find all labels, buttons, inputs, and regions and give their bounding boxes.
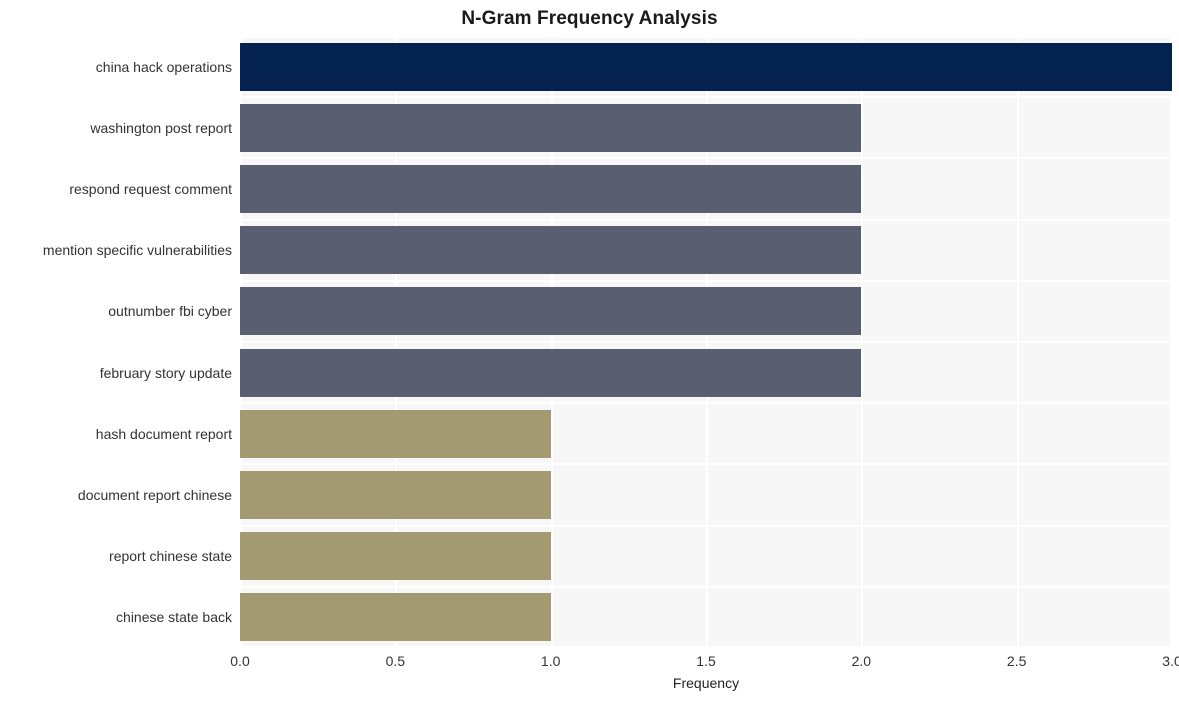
y-axis-tick-label: hash document report (95, 425, 232, 442)
bar (240, 532, 551, 581)
x-axis-tick-label: 2.0 (851, 653, 872, 669)
y-axis-tick-label: report chinese state (109, 548, 232, 565)
gridline-horizontal (240, 402, 1172, 405)
gridline-horizontal (240, 36, 1172, 38)
gridline-horizontal (240, 279, 1172, 282)
chart-figure: N-Gram Frequency Analysis china hack ope… (0, 0, 1179, 701)
x-axis-tick-label: 0.0 (230, 653, 250, 669)
x-axis-tick-label: 0.5 (385, 653, 406, 669)
bar (240, 348, 862, 397)
y-axis-tick-label: document report chinese (77, 487, 232, 503)
gridline-horizontal (240, 585, 1172, 588)
gridline-horizontal (240, 524, 1172, 527)
x-axis-tick-label: 3.0 (1162, 653, 1179, 669)
x-axis-tick-label: 1.0 (540, 653, 561, 669)
y-axis-tick-label: february story update (99, 364, 232, 381)
y-axis-tick-label: mention specific vulnerabilities (42, 242, 232, 259)
x-axis-label: Frequency (672, 675, 740, 691)
x-axis-tick-label: 2.5 (1006, 653, 1027, 669)
y-axis-tick-label: respond request comment (69, 181, 232, 197)
y-axis-tick-label: chinese state back (116, 609, 232, 626)
y-axis-tick-label: washington post report (90, 119, 232, 136)
bar (240, 103, 862, 152)
bar (240, 287, 862, 336)
plot-area (240, 36, 1172, 648)
y-axis-tick-label: outnumber fbi cyber (108, 303, 232, 320)
bar (240, 165, 862, 213)
gridline-horizontal (240, 96, 1172, 99)
y-axis-tick-label: china hack operations (95, 58, 232, 75)
gridline-horizontal (240, 218, 1172, 221)
bar (240, 593, 551, 642)
gridline-horizontal (240, 463, 1172, 466)
y-axis-tick-labels: china hack operations washington post rep… (0, 36, 232, 648)
chart-title: N-Gram Frequency Analysis (461, 8, 718, 29)
gridline-horizontal (240, 341, 1172, 343)
bar (240, 42, 1172, 91)
bar (240, 409, 551, 458)
gridline-horizontal (240, 646, 1172, 648)
x-axis-tick-label: 1.5 (696, 653, 716, 669)
bar (240, 471, 551, 519)
gridline-horizontal (240, 157, 1172, 160)
bar (240, 226, 862, 275)
x-axis-tick-labels: 0.0 0.5 1.0 1.5 2.0 2.5 3.0 (230, 652, 1179, 672)
